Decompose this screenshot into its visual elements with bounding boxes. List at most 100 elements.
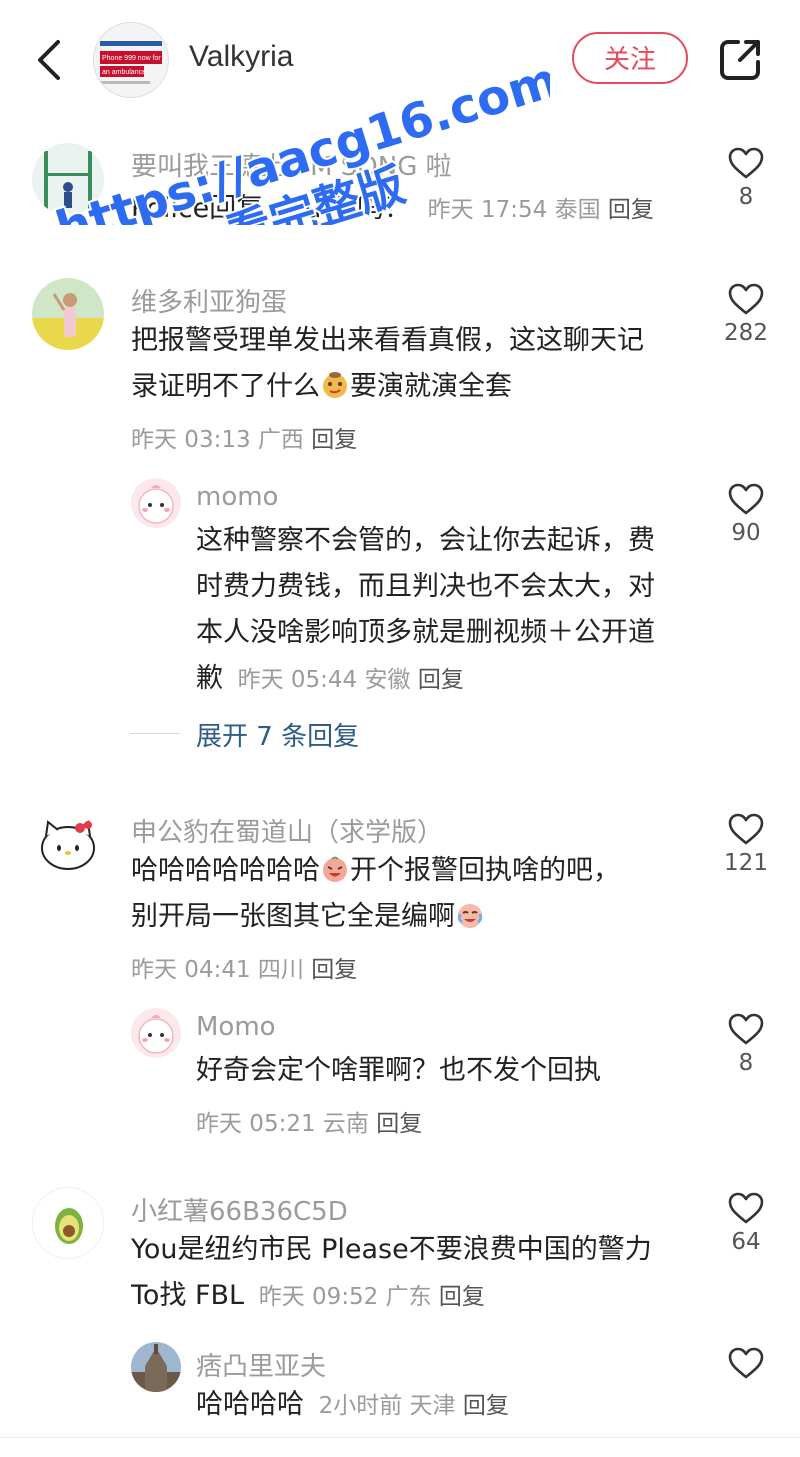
avatar-image — [131, 478, 181, 528]
divider — [130, 733, 180, 734]
like-button[interactable]: 8 — [716, 1012, 776, 1076]
avatar-caption-1: Phone 999 now for — [102, 55, 161, 62]
share-button[interactable] — [718, 36, 764, 82]
reply-meta: 昨天 05:21 云南 回复 — [196, 1104, 422, 1138]
comment-time: 昨天 17:54 — [427, 197, 548, 223]
comment-text: Police回复 you 了吗？ 昨天 17:54 泰国 回复 — [131, 186, 654, 233]
heart-icon — [728, 147, 764, 179]
heart-icon — [728, 1013, 764, 1045]
comment-line: To找 FBL — [131, 1280, 245, 1311]
like-count: 282 — [724, 320, 768, 346]
heart-icon — [728, 1192, 764, 1224]
follow-button[interactable]: 关注 — [572, 32, 688, 84]
reply-line: 本人没啥影响顶多就是删视频＋公开道 — [196, 617, 655, 648]
like-button[interactable]: 121 — [716, 812, 776, 876]
top-bar: Phone 999 now for an ambulance Valkyria … — [0, 0, 800, 120]
commenter-avatar[interactable] — [32, 808, 104, 880]
avatar-image — [32, 278, 104, 350]
commenter-name[interactable]: 要叫我三德上 I'M SONG 啦 — [131, 146, 452, 183]
comment-text: 把报警受理单发出来看看真假，这这聊天记 录证明不了什么 要演就演全套 — [131, 318, 691, 410]
comment-line: 开个报警回执啥的吧， — [350, 855, 620, 886]
reply-button[interactable]: 回复 — [311, 427, 357, 453]
like-button[interactable] — [716, 1346, 776, 1380]
reply-time: 2小时前 — [318, 1393, 403, 1419]
avatar-image — [32, 143, 104, 215]
replier-avatar[interactable] — [131, 1342, 181, 1392]
comment-location: 广西 — [257, 427, 304, 453]
replier-avatar[interactable] — [131, 478, 181, 528]
reply-line: 这种警察不会管的，会让你去起诉，费 — [196, 525, 655, 556]
comment-time: 昨天 04:41 — [131, 957, 251, 983]
reply-line: 歉 — [196, 663, 223, 694]
reply-button[interactable]: 回复 — [439, 1284, 485, 1310]
heart-icon — [728, 483, 764, 515]
comment-text: You是纽约市民 Please不要浪费中国的警力 To找 FBL 昨天 09:5… — [131, 1227, 711, 1320]
reply-body: 哈哈哈哈 — [196, 1389, 304, 1420]
commenter-avatar[interactable] — [32, 143, 104, 215]
reply-location: 安徽 — [364, 667, 411, 693]
comment-time: 昨天 09:52 — [258, 1284, 379, 1310]
commenter-name[interactable]: 维多利亚狗蛋 — [131, 282, 287, 319]
chevron-left-icon — [38, 40, 60, 80]
author-avatar-image: Phone 999 now for an ambulance — [94, 23, 168, 97]
reply-location: 天津 — [409, 1393, 456, 1419]
comment-location: 广东 — [385, 1284, 432, 1310]
laughing-face-emoji-icon — [323, 856, 347, 882]
like-button[interactable]: 64 — [716, 1191, 776, 1255]
comment-meta: 昨天 04:41 四川 回复 — [131, 950, 357, 984]
like-count: 8 — [738, 1050, 754, 1076]
author-name[interactable]: Valkyria — [189, 40, 293, 74]
reply-text: 好奇会定个啥罪啊？也不发个回执 — [196, 1055, 601, 1086]
smirk-face-emoji-icon — [323, 372, 347, 398]
crying-laugh-emoji-icon — [457, 904, 483, 928]
reply-text: 这种警察不会管的，会让你去起诉，费 时费力费钱，而且判决也不会太大，对 本人没啥… — [196, 518, 696, 703]
reply-button[interactable]: 回复 — [418, 667, 464, 693]
commenter-name[interactable]: 申公豹在蜀道山（求学版） — [131, 812, 443, 849]
reply-button[interactable]: 回复 — [463, 1393, 509, 1419]
commenter-name[interactable]: 小红薯66B36C5D — [131, 1191, 348, 1228]
avatar-caption-2: an ambulance — [102, 69, 146, 76]
like-count: 121 — [724, 850, 768, 876]
comment-text: 哈哈哈哈哈哈哈 开个报警回执啥的吧， 别开局一张图其它全是编啊 — [131, 848, 691, 940]
commenter-avatar[interactable] — [32, 278, 104, 350]
comment-location: 四川 — [257, 957, 304, 983]
comment-line: 别开局一张图其它全是编啊 — [131, 901, 455, 932]
reply-button[interactable]: 回复 — [311, 957, 357, 983]
reply-time: 昨天 05:44 — [237, 667, 358, 693]
commenter-avatar[interactable] — [32, 1187, 104, 1259]
comment-line: 要演就演全套 — [350, 371, 512, 402]
comment-meta: 昨天 03:13 广西 回复 — [131, 420, 357, 454]
like-button[interactable]: 8 — [716, 146, 776, 210]
reply-button[interactable]: 回复 — [608, 197, 654, 223]
reply-line: 时费力费钱，而且判决也不会太大，对 — [196, 571, 655, 602]
comment-line: 录证明不了什么 — [131, 371, 320, 402]
heart-icon — [728, 283, 764, 315]
like-count: 90 — [731, 520, 761, 546]
like-count: 64 — [731, 1229, 761, 1255]
like-button[interactable]: 90 — [716, 482, 776, 546]
comment-location: 泰国 — [554, 197, 601, 223]
author-avatar[interactable]: Phone 999 now for an ambulance — [93, 22, 169, 98]
expand-replies-label: 展开 7 条回复 — [196, 722, 360, 752]
avatar-image — [131, 1008, 181, 1058]
replier-name[interactable]: 痞凸里亚夫 — [196, 1346, 326, 1383]
back-button[interactable] — [30, 38, 70, 82]
like-count: 8 — [738, 184, 754, 210]
reply-time: 昨天 05:21 — [196, 1111, 316, 1137]
like-button[interactable]: 282 — [716, 282, 776, 346]
divider — [0, 1437, 800, 1438]
heart-icon — [728, 813, 764, 845]
comment-line: You是纽约市民 Please不要浪费中国的警力 — [131, 1234, 652, 1265]
reply-location: 云南 — [322, 1111, 369, 1137]
heart-icon — [728, 1347, 764, 1379]
comment-time: 昨天 03:13 — [131, 427, 251, 453]
replier-name[interactable]: Momo — [196, 1012, 276, 1042]
comment-line: 哈哈哈哈哈哈哈 — [131, 855, 320, 886]
replier-name[interactable]: momo — [196, 482, 278, 512]
replier-avatar[interactable] — [131, 1008, 181, 1058]
avocado-avatar — [33, 1188, 103, 1258]
comment-line: 把报警受理单发出来看看真假，这这聊天记 — [131, 325, 644, 356]
reply-button[interactable]: 回复 — [376, 1111, 422, 1137]
comment-body: Police回复 you 了吗？ — [131, 193, 412, 224]
reply-text: 哈哈哈哈 2小时前 天津 回复 — [196, 1382, 509, 1429]
